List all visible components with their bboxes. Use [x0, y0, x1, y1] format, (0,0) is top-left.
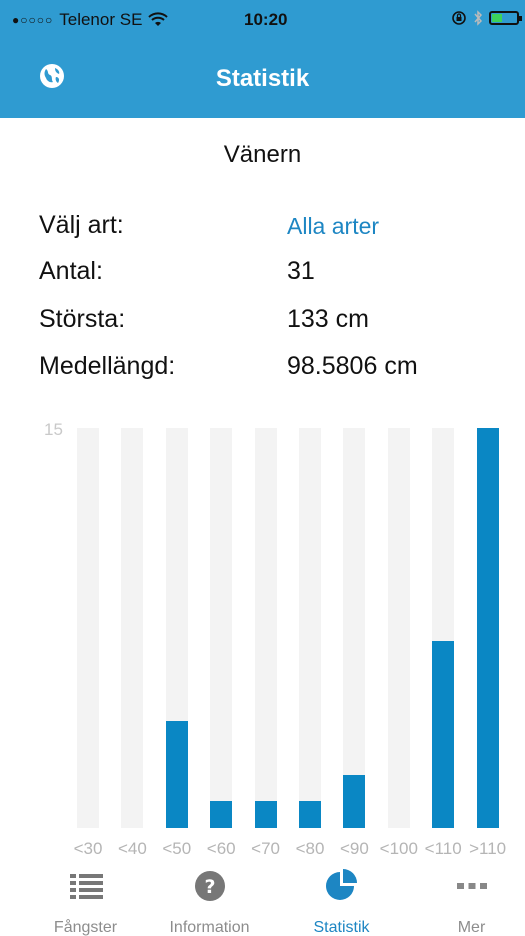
tab-statistik[interactable]: Statistik	[276, 862, 407, 936]
bar	[165, 721, 188, 828]
count-value: 31	[287, 257, 315, 285]
count-label: Antal:	[39, 257, 103, 285]
bar	[210, 801, 233, 828]
more-icon	[456, 883, 487, 889]
battery-icon	[489, 11, 522, 25]
navigation-bar: Statistik	[0, 40, 525, 118]
bar	[254, 801, 277, 828]
status-time: 10:20	[244, 10, 288, 29]
largest-value: 133 cm	[287, 305, 369, 333]
length-histogram: 15 <30 <40 <50 <60 <70 <80 <90 <100 <110 >110	[0, 400, 525, 870]
status-right	[451, 10, 522, 26]
bar-track	[165, 428, 188, 828]
bar	[343, 774, 366, 828]
wifi-icon	[148, 12, 169, 26]
bar-track	[299, 428, 321, 828]
page-title: Statistik	[215, 65, 310, 92]
x-tick-label: <60	[206, 839, 236, 858]
bar-track	[77, 428, 99, 828]
x-tick-label: <80	[295, 839, 325, 858]
x-tick-label: <40	[117, 839, 147, 858]
tab-label-fangster: Fångster	[53, 919, 118, 936]
mean-length-value: 98.5806 cm	[287, 352, 418, 380]
help-icon: ?	[194, 871, 225, 901]
bar-track	[387, 428, 410, 828]
orientation-lock-icon	[452, 11, 466, 25]
x-tick-label: <90	[339, 839, 369, 858]
bar-track	[121, 428, 144, 828]
bar-track	[432, 428, 455, 828]
x-tick-label: <110	[424, 839, 462, 858]
signal-strength: ●○○○○	[12, 13, 54, 27]
pie-chart-icon	[325, 869, 357, 900]
status-left: ●○○○○ Telenor SE	[12, 10, 169, 30]
carrier-name: Telenor SE	[59, 10, 143, 29]
bar-track	[343, 428, 366, 828]
tab-information[interactable]: ? Information	[144, 862, 275, 936]
svg-text:?: ?	[204, 876, 215, 898]
bar-track	[476, 428, 499, 828]
x-tick-label: <30	[73, 839, 103, 858]
bluetooth-icon	[474, 10, 483, 26]
tab-label-mer: Mer	[457, 919, 486, 936]
largest-label: Största:	[39, 305, 126, 333]
bar	[299, 801, 321, 828]
mean-length-label: Medellängd:	[39, 352, 176, 380]
list-icon	[69, 874, 103, 899]
status-bar: ●○○○○ Telenor SE 10:20	[0, 0, 525, 40]
x-tick-label: <70	[251, 839, 281, 858]
x-tick-label: <50	[162, 839, 192, 858]
tab-label-statistik: Statistik	[313, 919, 370, 936]
tab-fangster[interactable]: Fångster	[20, 862, 151, 936]
tab-mer[interactable]: Mer	[406, 862, 525, 936]
species-selector-link[interactable]: Alla arter	[287, 213, 379, 240]
bar-track	[210, 428, 233, 828]
x-tick-label: >110	[469, 839, 507, 858]
bar-track	[254, 428, 277, 828]
location-title: Vänern	[223, 141, 302, 168]
tab-label-information: Information	[169, 919, 250, 936]
bar	[476, 428, 499, 828]
bar	[432, 641, 455, 828]
y-axis-max-label: 15	[44, 420, 63, 439]
tab-bar: Fångster ? Information Statistik Mer	[0, 862, 525, 936]
battery-level	[492, 14, 503, 22]
species-label: Välj art:	[39, 211, 124, 239]
x-tick-label: <100	[379, 839, 418, 858]
